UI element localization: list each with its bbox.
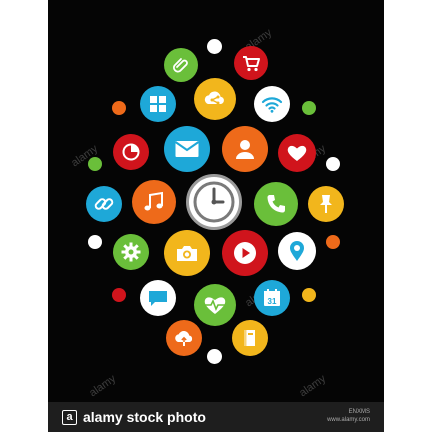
- watch-face-screen: alamy alamy alamy alamy alamy alamy: [48, 0, 384, 432]
- grid-icon[interactable]: [140, 86, 176, 122]
- footer-brand-text: alamy stock photo: [83, 409, 206, 425]
- play-icon[interactable]: [222, 230, 268, 276]
- book-icon[interactable]: [232, 320, 268, 356]
- chat-bubble-icon[interactable]: [140, 280, 176, 316]
- dot-white: [326, 157, 340, 171]
- calendar-icon[interactable]: 31: [254, 280, 290, 316]
- camera-icon[interactable]: [164, 230, 210, 276]
- link-icon[interactable]: [86, 186, 122, 222]
- map-pin-icon[interactable]: [278, 232, 316, 270]
- heartbeat-icon[interactable]: [194, 284, 236, 326]
- user-icon[interactable]: [222, 126, 268, 172]
- dot-green: [302, 101, 316, 115]
- dot-green: [88, 157, 102, 171]
- dot-white: [88, 235, 102, 249]
- dot-orange: [326, 235, 340, 249]
- paperclip-icon[interactable]: [164, 48, 198, 82]
- pie-chart-icon[interactable]: [113, 134, 149, 170]
- pushpin-icon[interactable]: [308, 186, 344, 222]
- watermark-text: alamy: [297, 372, 329, 400]
- dot-white: [207, 39, 222, 54]
- heart-icon[interactable]: [278, 134, 316, 172]
- cloud-upload-icon[interactable]: [166, 320, 202, 356]
- mail-icon[interactable]: [164, 126, 210, 172]
- footer-image-id: ENXMS www.alamy.com: [327, 409, 370, 423]
- alamy-logo-icon: a: [62, 409, 77, 425]
- phone-icon[interactable]: [254, 182, 298, 226]
- dot-white: [207, 349, 222, 364]
- watermark-text: alamy: [87, 372, 119, 400]
- music-note-icon[interactable]: [132, 180, 176, 224]
- cloud-share-icon[interactable]: [194, 78, 236, 120]
- calendar-day-label: 31: [268, 297, 277, 306]
- clock-icon[interactable]: [186, 174, 242, 230]
- dot-red: [112, 288, 126, 302]
- dot-orange: [112, 101, 126, 115]
- watermark-footer: a alamy stock photo ENXMS www.alamy.com: [48, 402, 384, 432]
- wifi-icon[interactable]: [254, 86, 290, 122]
- shopping-cart-icon[interactable]: [234, 46, 268, 80]
- dot-yellow: [302, 288, 316, 302]
- settings-gear-icon[interactable]: [113, 234, 149, 270]
